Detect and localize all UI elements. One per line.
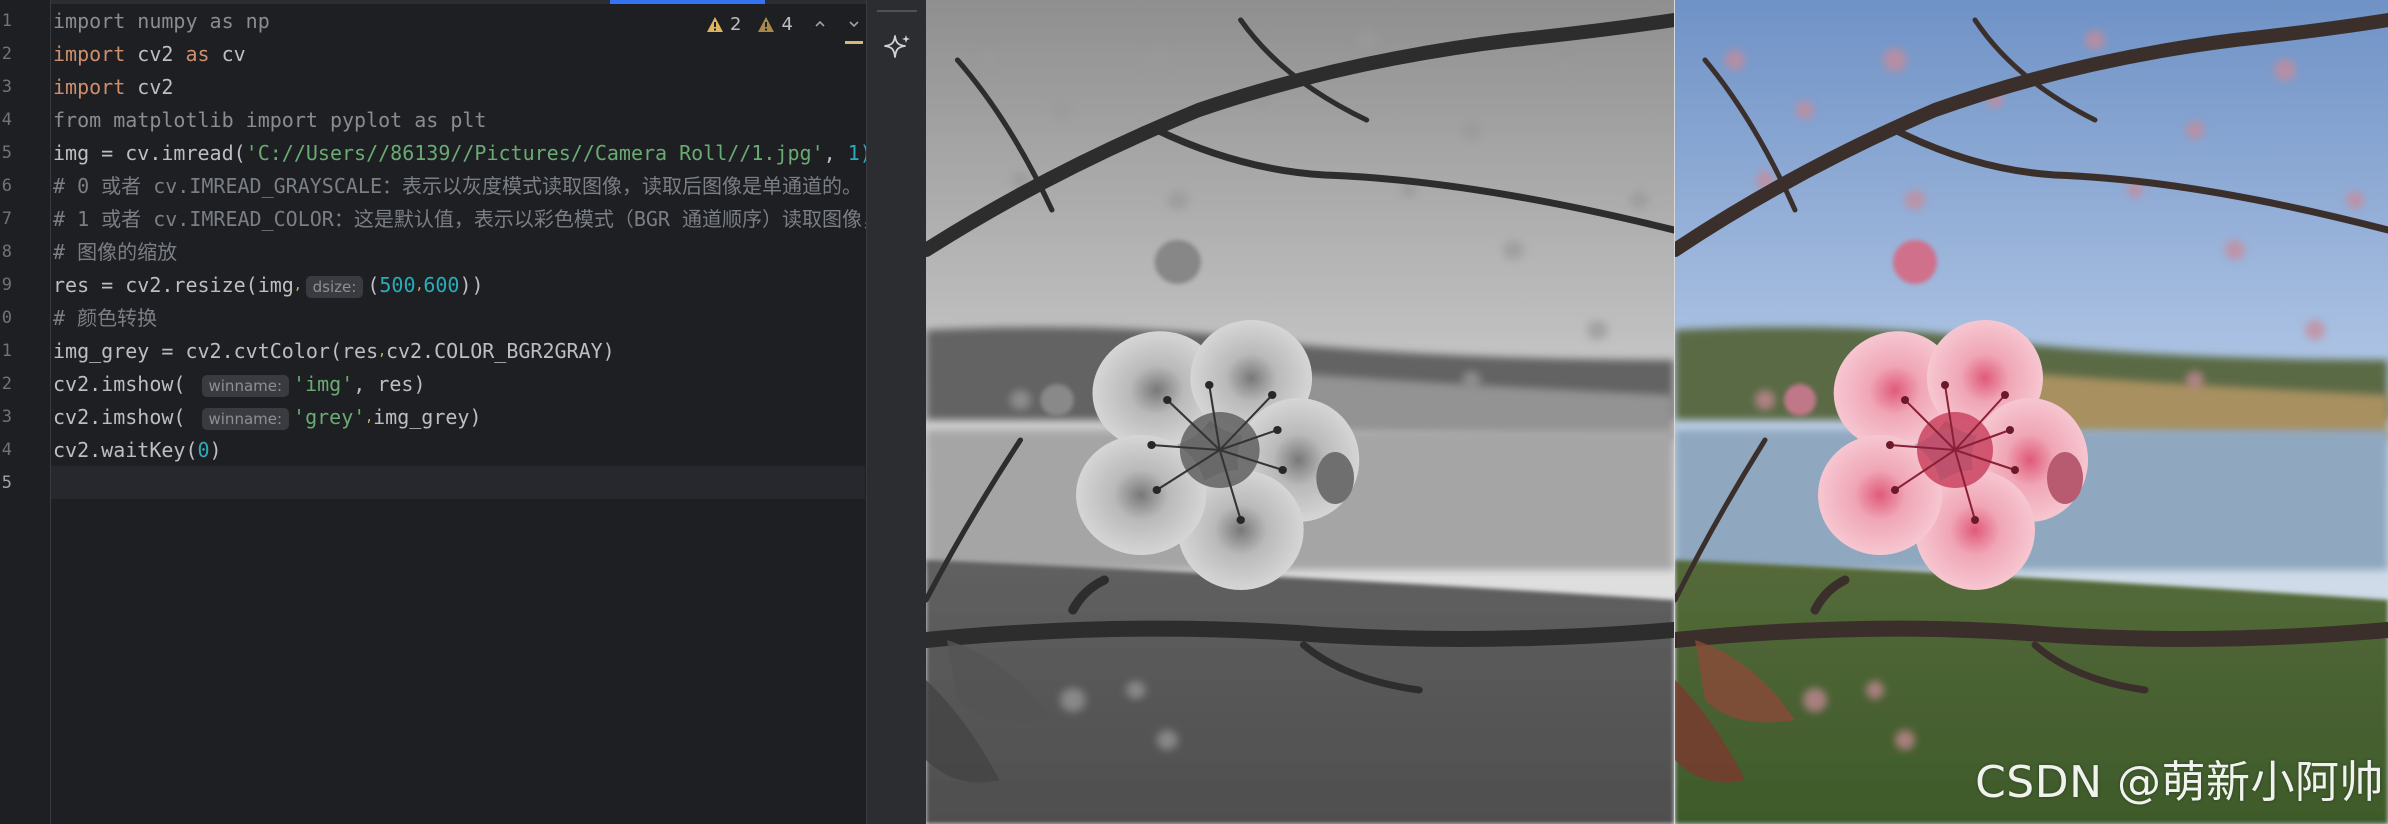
line-number: 7 — [1, 209, 12, 229]
code-token: cv2 — [125, 42, 186, 66]
grayscale-output-photo — [926, 0, 1674, 824]
code-token: 'grey' — [293, 405, 366, 429]
line-number: 6 — [1, 176, 12, 196]
code-line[interactable]: from matplotlib import pyplot as plt — [53, 104, 486, 137]
code-line[interactable]: cv2.imshow( winname:'grey',img_grey) — [53, 401, 482, 434]
code-token: cv2.imshow( — [53, 405, 198, 429]
code-token: 500 — [379, 273, 416, 297]
code-line[interactable]: # 0 或者 cv.IMREAD_GRAYSCALE：表示以灰度模式读取图像，读… — [53, 170, 862, 203]
code-line[interactable]: img_grey = cv2.cvtColor(res,cv2.COLOR_BG… — [53, 335, 615, 368]
code-token: import — [53, 42, 126, 66]
error-stripe-marker[interactable] — [845, 41, 863, 44]
line-number-gutter: 1 2 3 4 5 6 7 8 9 0 1 2 3 4 5 — [0, 0, 51, 824]
code-token: , — [823, 141, 848, 165]
code-token: 0 — [197, 438, 210, 462]
warning-icon — [707, 16, 723, 32]
code-line[interactable]: import cv2 as cv — [53, 38, 246, 71]
code-token: from matplotlib import pyplot as plt — [53, 108, 487, 132]
line-number: 2 — [1, 44, 12, 64]
code-token: cv — [209, 42, 246, 66]
code-token: res = cv2.resize(img — [53, 273, 294, 297]
code-token: img_grey = cv2.cvtColor(res — [53, 339, 379, 363]
code-token: ) — [209, 438, 222, 462]
code-token: # 图像的缩放 — [53, 240, 178, 264]
code-line[interactable]: import numpy as np — [53, 5, 270, 38]
comma-hint: , — [365, 410, 374, 425]
right-tool-strip — [866, 0, 928, 824]
line-number: 4 — [1, 440, 12, 460]
parameter-hint: winname: — [201, 374, 290, 397]
code-token: import numpy as np — [53, 9, 270, 33]
line-number: 0 — [1, 308, 12, 328]
line-number: 5 — [1, 143, 12, 163]
line-number: 2 — [1, 374, 12, 394]
code-line[interactable]: # 图像的缩放 — [53, 236, 177, 269]
chevron-up-icon[interactable] — [813, 17, 827, 31]
weak-warning-count: 4 — [781, 13, 793, 35]
code-editor[interactable]: 1 2 3 4 5 6 7 8 9 0 1 2 3 4 5 import numpy as np import… — [0, 0, 866, 824]
code-token: 1) — [847, 141, 866, 165]
code-token: ( — [367, 273, 380, 297]
code-line[interactable]: cv2.imshow( winname:'img', res) — [53, 368, 426, 401]
line-number: 9 — [1, 275, 12, 295]
editor-tab-strip — [0, 0, 866, 4]
code-token: )) — [459, 273, 484, 297]
code-line[interactable]: # 1 或者 cv.IMREAD_COLOR：这是默认值，表示以彩色模式（BGR… — [53, 203, 866, 236]
code-token: import — [53, 75, 126, 99]
line-number: 3 — [1, 77, 12, 97]
code-token: 'img' — [293, 372, 354, 396]
ai-assistant-sparkle-icon[interactable] — [882, 32, 912, 62]
weak-warning-icon — [758, 16, 775, 32]
code-line[interactable]: import cv2 — [53, 71, 173, 104]
code-token: cv2.imshow( — [53, 372, 198, 396]
code-token: cv2.COLOR_BGR2GRAY) — [385, 339, 615, 363]
code-token: cv2 — [125, 75, 174, 99]
current-line-highlight — [51, 466, 865, 499]
line-number: 4 — [1, 110, 12, 130]
code-token: img_grey) — [373, 405, 482, 429]
line-number: 8 — [1, 242, 12, 262]
code-line[interactable]: img = cv.imread('C://Users//86139//Pictu… — [53, 137, 866, 170]
line-number: 1 — [1, 341, 12, 361]
chevron-down-icon[interactable] — [847, 17, 861, 31]
csdn-watermark: CSDN @萌新小阿帅 — [1975, 757, 2384, 808]
code-line[interactable]: res = cv2.resize(img, dsize: (500,600)) — [53, 269, 484, 302]
line-number: 1 — [1, 11, 12, 31]
code-token: # 0 或者 cv.IMREAD_GRAYSCALE：表示以灰度模式读取图像，读… — [53, 174, 862, 198]
warning-count: 2 — [730, 13, 742, 35]
active-tab-indicator — [610, 0, 765, 4]
line-number: 3 — [1, 407, 12, 427]
code-line[interactable]: cv2.waitKey(0) — [53, 434, 222, 467]
comma-hint: , — [293, 278, 302, 293]
strip-separator — [877, 10, 917, 12]
parameter-hint: winname: — [201, 407, 290, 430]
code-line[interactable]: # 颜色转换 — [53, 302, 157, 335]
code-token: # 颜色转换 — [53, 306, 158, 330]
line-number: 5 — [1, 473, 12, 493]
code-token: , res) — [353, 372, 426, 396]
code-token: cv2.waitKey( — [53, 438, 198, 462]
code-token: 'C://Users//86139//Pictures//Camera Roll… — [245, 141, 824, 165]
code-token: # 1 或者 cv.IMREAD_COLOR：这是默认值，表示以彩色模式（BGR… — [53, 207, 866, 231]
code-token: img = cv.imread( — [53, 141, 246, 165]
color-original-photo: CSDN @萌新小阿帅 — [1675, 0, 2388, 824]
code-token: 600 — [423, 273, 460, 297]
inspection-widget[interactable]: 2 4 — [706, 12, 861, 36]
parameter-hint: dsize: — [305, 275, 364, 298]
comma-hint: , — [378, 344, 386, 359]
code-token: as — [185, 42, 210, 66]
